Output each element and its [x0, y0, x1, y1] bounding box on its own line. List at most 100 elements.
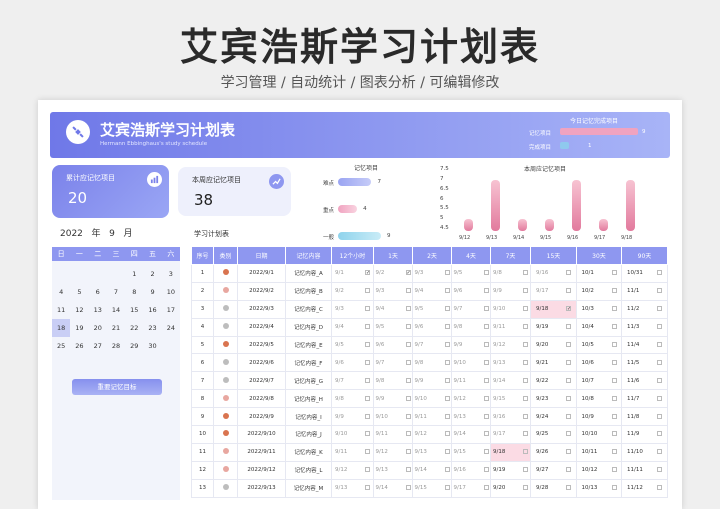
calendar-day[interactable]: 17 — [162, 301, 180, 319]
review-cell[interactable]: 9/6 — [331, 353, 374, 373]
review-cell[interactable]: 9/9 — [412, 371, 452, 391]
calendar-day[interactable]: 9 — [143, 283, 161, 301]
review-cell[interactable]: 9/4 — [331, 317, 374, 337]
review-cell[interactable]: 11/3 — [621, 317, 668, 337]
review-checkbox[interactable] — [405, 324, 411, 330]
review-checkbox[interactable] — [657, 413, 662, 419]
review-cell[interactable]: 9/17 — [490, 425, 531, 444]
review-checkbox[interactable] — [566, 395, 571, 401]
review-checkbox[interactable] — [657, 288, 662, 294]
review-checkbox[interactable] — [444, 342, 450, 347]
review-cell[interactable]: 9/14 — [373, 478, 413, 498]
review-cell[interactable]: 9/15 — [412, 478, 452, 498]
calendar-day[interactable]: 3 — [162, 265, 180, 283]
review-cell[interactable]: 9/19 — [530, 317, 577, 337]
review-checkbox[interactable] — [523, 288, 528, 294]
review-checkbox[interactable] — [405, 485, 411, 491]
review-cell[interactable]: 9/11 — [451, 371, 491, 391]
review-cell[interactable]: 9/24 — [530, 407, 577, 427]
review-cell[interactable]: 9/1 ✓ — [331, 264, 374, 283]
review-cell[interactable]: 9/8 — [373, 371, 413, 391]
review-checkbox[interactable] — [365, 413, 370, 419]
review-cell[interactable]: 9/16 — [451, 460, 491, 480]
review-cell[interactable]: 9/7 — [412, 335, 452, 355]
review-checkbox[interactable] — [483, 342, 489, 347]
calendar-day[interactable]: 23 — [143, 319, 161, 337]
review-cell[interactable]: 10/13 — [576, 478, 622, 498]
review-checkbox[interactable] — [483, 377, 489, 383]
review-cell[interactable]: 10/10 — [576, 425, 622, 444]
review-cell[interactable]: 10/3 — [576, 299, 622, 319]
review-checkbox[interactable] — [483, 413, 489, 419]
review-checkbox[interactable] — [444, 467, 450, 473]
review-checkbox[interactable] — [523, 306, 528, 312]
calendar-day[interactable]: 28 — [107, 337, 125, 355]
review-cell[interactable]: 9/6 — [412, 317, 452, 337]
review-checkbox[interactable] — [523, 359, 528, 365]
review-cell[interactable]: 9/12 — [331, 460, 374, 480]
review-cell[interactable]: 11/8 — [621, 407, 668, 427]
review-checkbox[interactable] — [483, 431, 489, 437]
review-checkbox[interactable] — [611, 395, 617, 401]
review-checkbox[interactable] — [365, 395, 370, 401]
review-checkbox[interactable] — [405, 449, 411, 455]
review-checkbox[interactable] — [405, 395, 411, 401]
review-cell[interactable]: 9/21 — [530, 353, 577, 373]
review-cell[interactable]: 11/2 — [621, 299, 668, 319]
calendar-day[interactable]: 19 — [70, 319, 88, 337]
review-checkbox[interactable] — [444, 270, 450, 276]
review-cell[interactable]: 9/2 ✓ — [373, 264, 413, 283]
review-cell[interactable]: 10/31 — [621, 264, 668, 283]
review-checkbox[interactable] — [444, 306, 450, 312]
review-cell[interactable]: 10/5 — [576, 335, 622, 355]
review-checkbox[interactable] — [483, 359, 489, 365]
review-cell[interactable]: 10/6 — [576, 353, 622, 373]
review-checkbox[interactable] — [365, 306, 370, 312]
review-cell[interactable]: 9/20 — [530, 335, 577, 355]
review-cell[interactable]: 9/15 — [451, 442, 491, 462]
review-cell[interactable]: 9/10 — [373, 407, 413, 427]
review-cell[interactable]: 11/6 — [621, 371, 668, 391]
review-cell[interactable]: 9/28 — [530, 478, 577, 498]
review-checkbox[interactable] — [444, 377, 450, 383]
review-checkbox[interactable] — [483, 485, 489, 491]
review-cell[interactable]: 9/11 — [490, 317, 531, 337]
review-checkbox[interactable] — [611, 485, 617, 491]
review-checkbox[interactable] — [566, 288, 571, 294]
review-checkbox[interactable] — [657, 324, 662, 330]
review-checkbox[interactable] — [523, 324, 528, 330]
review-cell[interactable]: 10/4 — [576, 317, 622, 337]
review-checkbox[interactable] — [365, 288, 370, 294]
review-cell[interactable]: 9/13 — [331, 478, 374, 498]
review-cell[interactable]: 9/19 — [490, 460, 531, 480]
review-checkbox[interactable] — [365, 431, 370, 437]
review-checkbox[interactable] — [657, 449, 662, 455]
review-checkbox[interactable]: ✓ — [566, 306, 571, 312]
review-checkbox[interactable] — [405, 288, 411, 294]
calendar-day[interactable]: 10 — [162, 283, 180, 301]
review-cell[interactable]: 9/14 — [490, 371, 531, 391]
calendar-day[interactable]: 11 — [52, 301, 70, 319]
calendar-day[interactable]: 7 — [107, 283, 125, 301]
calendar-day[interactable]: 5 — [70, 283, 88, 301]
review-cell[interactable]: 9/9 — [451, 335, 491, 355]
calendar-day[interactable]: 29 — [125, 337, 143, 355]
review-cell[interactable]: 9/15 — [490, 389, 531, 409]
review-checkbox[interactable] — [611, 288, 617, 294]
calendar-day[interactable]: 8 — [125, 283, 143, 301]
review-checkbox[interactable] — [483, 467, 489, 473]
review-checkbox[interactable] — [523, 270, 528, 276]
review-cell[interactable]: 9/12 — [490, 335, 531, 355]
calendar-day[interactable]: 13 — [89, 301, 107, 319]
important-goal-button[interactable]: 重要记忆目标 — [72, 379, 162, 395]
review-cell[interactable]: 9/9 — [490, 281, 531, 301]
review-checkbox[interactable] — [657, 342, 662, 347]
review-checkbox[interactable] — [483, 270, 489, 276]
review-checkbox[interactable] — [566, 270, 571, 276]
review-cell[interactable]: 9/7 — [451, 299, 491, 319]
review-cell[interactable]: 9/13 — [451, 407, 491, 427]
review-cell[interactable]: 9/22 — [530, 371, 577, 391]
review-cell[interactable]: 9/5 — [331, 335, 374, 355]
calendar-day[interactable]: 4 — [52, 283, 70, 301]
review-cell[interactable]: 9/12 — [451, 389, 491, 409]
